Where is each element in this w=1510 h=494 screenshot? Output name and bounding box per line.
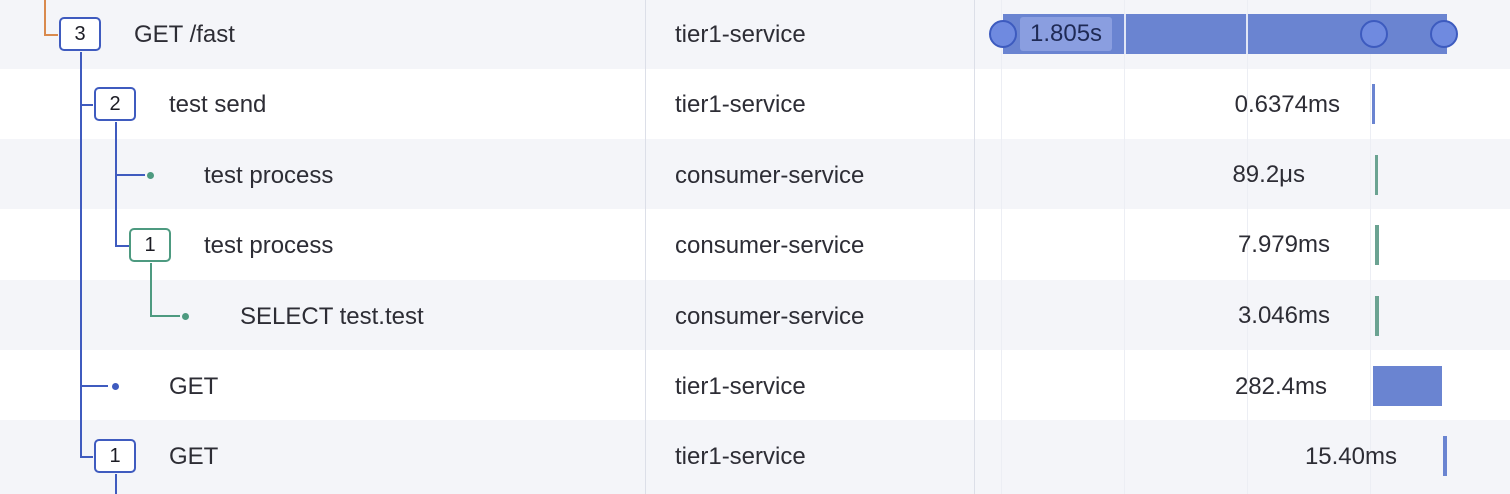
tree-line <box>115 245 129 247</box>
span-duration-bar[interactable] <box>1375 155 1378 195</box>
tree-line <box>44 34 58 36</box>
leaf-node-dot <box>147 172 154 179</box>
service-name: consumer-service <box>675 232 865 259</box>
tree-line <box>115 474 117 494</box>
timeline-gridline <box>1124 0 1125 494</box>
timeline-gridline <box>1001 0 1002 494</box>
span-duration-bar[interactable] <box>1375 296 1379 336</box>
leaf-node-dot <box>182 313 189 320</box>
service-name: tier1-service <box>675 443 806 470</box>
child-count-badge[interactable]: 2 <box>94 87 136 121</box>
span-duration: 0.6374ms <box>1234 91 1340 118</box>
trace-waterfall: 3 GET /fast tier1-service 1.805s 2 test … <box>0 0 1510 494</box>
child-count-badge[interactable]: 1 <box>129 228 171 262</box>
span-duration-bar[interactable] <box>1443 436 1447 476</box>
span-duration: 89.2μs <box>1232 161 1305 188</box>
span-name: test send <box>169 91 267 118</box>
range-end-handle[interactable] <box>1430 20 1458 48</box>
tree-line <box>80 456 93 458</box>
span-name: SELECT test.test <box>240 303 424 330</box>
span-duration: 3.046ms <box>1237 302 1330 329</box>
tree-line <box>115 174 145 176</box>
tree-line <box>44 0 46 35</box>
column-divider <box>974 0 975 494</box>
span-duration-bar[interactable] <box>1375 225 1379 265</box>
tree-line <box>150 315 180 317</box>
tree-line <box>115 122 117 246</box>
child-count-badge[interactable]: 3 <box>59 17 101 51</box>
span-name: test process <box>204 232 334 259</box>
tree-line <box>80 104 93 106</box>
timeline-gridline <box>1370 0 1371 494</box>
range-start-handle[interactable] <box>989 20 1017 48</box>
service-name: tier1-service <box>675 373 806 400</box>
service-name: consumer-service <box>675 162 865 189</box>
child-count-badge[interactable]: 1 <box>94 439 136 473</box>
span-duration: 7.979ms <box>1237 231 1330 258</box>
tree-line <box>150 263 152 316</box>
service-name: consumer-service <box>675 303 865 330</box>
span-name: GET <box>169 373 219 400</box>
column-divider <box>645 0 646 494</box>
tree-line <box>80 385 108 387</box>
service-name: tier1-service <box>675 21 806 48</box>
service-name: tier1-service <box>675 91 806 118</box>
span-duration: 282.4ms <box>1234 373 1327 400</box>
span-name: test process <box>204 162 334 189</box>
span-duration: 15.40ms <box>1304 443 1397 470</box>
span-duration: 1.805s <box>1020 17 1113 51</box>
span-name: GET <box>169 443 219 470</box>
range-handle[interactable] <box>1360 20 1388 48</box>
span-duration-bar[interactable] <box>1372 84 1375 124</box>
span-name: GET /fast <box>134 21 235 48</box>
span-duration-bar[interactable] <box>1373 366 1442 406</box>
leaf-node-dot <box>112 383 119 390</box>
tree-line <box>80 52 82 458</box>
